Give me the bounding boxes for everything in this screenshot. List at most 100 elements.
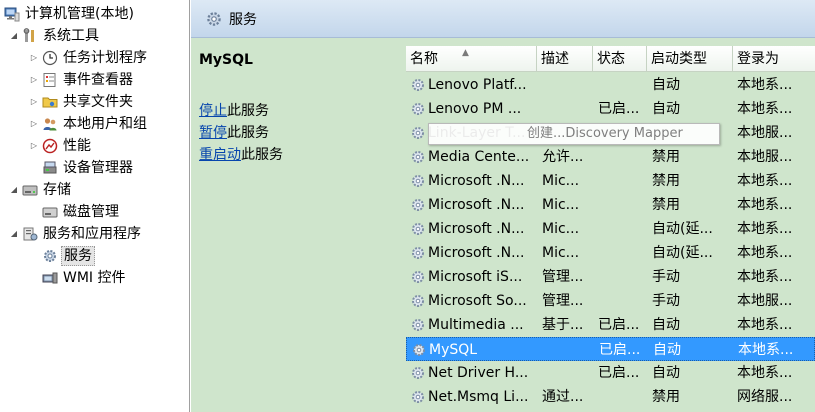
sort-ascending-icon: ▲ [462,48,469,58]
tree-node-shared-folders[interactable]: ▷ 共享文件夹 [28,91,135,113]
shared-folder-icon [42,94,58,110]
service-logon-cell: 本地系... [737,197,793,213]
service-startup-cell: 手动 [652,269,680,285]
tree-node-storage[interactable]: ◢ 存储 [8,179,73,201]
service-gear-icon [410,389,426,405]
expanded-arrow-icon[interactable]: ◢ [8,25,20,47]
tree-node-event-viewer[interactable]: ▷ 事件查看器 [28,69,135,91]
description-tooltip: 创建...Discovery Mapper [428,123,720,145]
service-name-cell: Microsoft So... [428,293,527,309]
column-label: 描述 [541,51,569,67]
pause-service-link[interactable]: 暂停 [199,125,227,141]
table-row[interactable]: MySQL 已启... 自动 本地系... [406,337,815,361]
tree-node-task-scheduler[interactable]: ▷ 任务计划程序 [28,47,149,69]
tree-node-disk-management[interactable]: 磁盘管理 [40,201,121,223]
service-logon-cell: 本地系... [738,342,794,358]
service-description-cell: Mic... [542,245,580,261]
disk-icon [42,204,58,220]
service-startup-cell: 自动 [652,101,680,117]
pause-suffix: 此服务 [227,125,269,141]
table-row[interactable]: Lenovo PM ... 已启... 自动 本地系... [406,97,815,121]
service-status-cell: 已启... [598,317,640,333]
tree-node-wmi[interactable]: WMI 控件 [40,267,128,289]
column-header-status[interactable]: 状态 [593,46,647,72]
service-logon-cell: 本地系... [737,221,793,237]
service-status-cell: 已启... [598,101,640,117]
service-logon-cell: 本地系... [737,245,793,261]
column-header-logon[interactable]: 登录为 [733,46,815,72]
table-row[interactable]: Microsoft .N... Mic... 禁用 本地系... [406,169,815,193]
service-name-cell: Lenovo PM ... [428,101,522,117]
tree-node-performance[interactable]: ▷ 性能 [28,135,93,157]
services-gear-icon [205,10,223,28]
service-startup-cell: 自动(延... [652,221,713,237]
table-row[interactable]: Lenovo Platf... 自动 本地系... [406,73,815,97]
tree-label: 事件查看器 [63,72,133,88]
service-gear-icon [410,221,426,237]
storage-icon [22,182,38,198]
table-row[interactable]: Microsoft .N... Mic... 禁用 本地系... [406,193,815,217]
expanded-arrow-icon[interactable]: ◢ [8,223,20,245]
service-gear-icon [410,149,426,165]
tree-label: WMI 控件 [63,270,126,286]
service-gear-icon [410,269,426,285]
column-header-description[interactable]: 描述 [537,46,593,72]
expanded-arrow-icon[interactable]: ◢ [8,179,20,201]
column-label: 登录为 [737,51,779,67]
service-logon-cell: 本地服... [737,293,793,309]
collapsed-arrow-icon[interactable]: ▷ [28,113,40,135]
service-description-cell: 通过... [542,389,584,405]
column-header-name[interactable]: ▲ 名称 [406,46,537,72]
service-name-cell: Media Cente... [428,149,530,165]
tree-node-services-apps[interactable]: ◢ 服务和应用程序 [8,223,143,245]
service-name-cell: Net Driver H... [428,365,529,381]
computer-management-icon [4,6,20,22]
table-row[interactable]: Microsoft iS... 管理... 手动 本地系... [406,265,815,289]
service-startup-cell: 自动 [652,77,680,93]
table-row[interactable]: Microsoft .N... Mic... 自动(延... 本地系... [406,241,815,265]
tree-node-device-manager[interactable]: 设备管理器 [40,157,135,179]
tree-label: 共享文件夹 [63,94,133,110]
table-row[interactable]: Microsoft So... 管理... 手动 本地服... [406,289,815,313]
service-status-cell: 已启... [599,342,641,358]
service-gear-icon [410,101,426,117]
collapsed-arrow-icon[interactable]: ▷ [28,135,40,157]
service-gear-icon [410,173,426,189]
table-row[interactable]: Microsoft .N... Mic... 自动(延... 本地系... [406,217,815,241]
service-startup-cell: 禁用 [652,197,680,213]
column-label: 名称 [410,51,438,67]
service-startup-cell: 禁用 [652,149,680,165]
service-logon-cell: 本地服... [737,149,793,165]
service-startup-cell: 自动 [653,342,681,358]
collapsed-arrow-icon[interactable]: ▷ [28,69,40,91]
service-gear-icon [411,342,427,358]
tree-label: 性能 [63,138,91,154]
tree-node-local-users[interactable]: ▷ 本地用户和组 [28,113,149,135]
column-header-startup-type[interactable]: 启动类型 [647,46,733,72]
service-startup-cell: 自动 [652,365,680,381]
tree-label: 服务 [61,246,95,266]
collapsed-arrow-icon[interactable]: ▷ [28,47,40,69]
table-row[interactable]: Net Driver H... 已启... 自动 本地系... [406,361,815,385]
tree-node-services[interactable]: 服务 [40,245,95,267]
service-name-cell: Microsoft .N... [428,221,525,237]
table-row[interactable]: Multimedia ... 基于... 已启... 自动 本地系... [406,313,815,337]
restart-service-link[interactable]: 重启动 [199,147,241,163]
collapsed-arrow-icon[interactable]: ▷ [28,91,40,113]
wmi-icon [42,270,58,286]
restart-service-action: 重启动此服务 [199,144,283,164]
services-apps-icon [22,226,38,242]
tools-icon [22,28,38,44]
service-startup-cell: 自动(延... [652,245,713,261]
tree-label: 设备管理器 [63,160,133,176]
service-logon-cell: 网络服... [737,389,793,405]
service-logon-cell: 本地系... [737,269,793,285]
tree-node-computer-management[interactable]: 计算机管理(本地) [2,3,136,25]
tree-label: 计算机管理(本地) [25,6,134,22]
table-row[interactable]: Media Cente... 允许... 禁用 本地服... [406,145,815,169]
stop-service-link[interactable]: 停止 [199,103,227,119]
table-row[interactable]: Net.Msmq Li... 通过... 禁用 网络服... [406,385,815,409]
tree-node-system-tools[interactable]: ◢ 系统工具 [8,25,101,47]
service-description-cell: 管理... [542,269,584,285]
tree-label: 系统工具 [43,28,99,44]
